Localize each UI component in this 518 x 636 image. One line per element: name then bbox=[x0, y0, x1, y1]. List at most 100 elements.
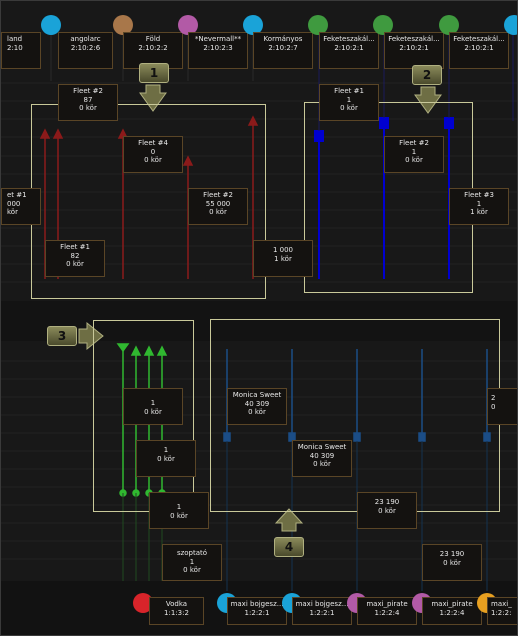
top-node-time: 2:10:2:3 bbox=[203, 43, 233, 52]
bottom-node-time: 1:2:2:1 bbox=[244, 608, 270, 617]
bottom-node-time: 1:2:2:1 bbox=[309, 608, 335, 617]
step-marker-3: 3 bbox=[47, 326, 77, 346]
top-node-time: 2:10:2:2 bbox=[138, 43, 168, 52]
fleet-turns: 0 kör bbox=[144, 407, 162, 416]
group-frame-2 bbox=[304, 102, 473, 293]
fleet-value: 1 bbox=[176, 503, 182, 511]
fleet-title: Monica Sweet bbox=[297, 443, 347, 451]
bottom-node-name: maxi bojgesz... bbox=[295, 600, 349, 608]
bottom-node-name: maxi_pirate bbox=[431, 600, 473, 608]
fleet-value: 87 bbox=[83, 95, 93, 104]
top-node-card-1[interactable]: angolarc 2:10:2:6 bbox=[58, 32, 113, 69]
top-node-name: Feketeszakál... bbox=[388, 35, 440, 43]
top-node-time: 2:10:2:1 bbox=[334, 43, 364, 52]
fleet-card[interactable]: 1 000 1 kör bbox=[253, 240, 313, 277]
top-node-name: Feketeszakál... bbox=[453, 35, 505, 43]
fleet-card[interactable]: 1 0 kör bbox=[123, 388, 183, 425]
fleet-title: Fleet #2 bbox=[203, 191, 233, 199]
bottom-node-card-4[interactable]: maxi_pirate 1:2:2:4 bbox=[422, 597, 482, 625]
top-node-name: angolarc bbox=[70, 35, 101, 43]
fleet-turns: 0 kör bbox=[405, 156, 423, 164]
fleet-card[interactable]: 23 190 0 kör bbox=[357, 492, 417, 529]
bottom-node-time: 1:2:2:4 bbox=[374, 608, 400, 617]
fleet-card[interactable]: Fleet #4 0 0 kör bbox=[123, 136, 183, 173]
top-node-card-6[interactable]: Feketeszakál... 2:10:2:1 bbox=[384, 32, 444, 69]
fleet-turns: kör bbox=[7, 208, 18, 216]
bottom-node-card-5[interactable]: maxi_ 1:2:2: bbox=[487, 597, 517, 625]
bottom-node-name: maxi_ bbox=[491, 600, 512, 608]
fleet-title: Fleet #1 bbox=[60, 243, 90, 251]
fleet-value: 2 bbox=[491, 394, 496, 402]
fleet-card[interactable]: Fleet #2 1 0 kör bbox=[384, 136, 444, 173]
fleet-value: 1 bbox=[150, 399, 156, 407]
fleet-card[interactable]: 23 190 0 kör bbox=[422, 544, 482, 581]
fleet-value: 1 bbox=[163, 446, 169, 454]
fleet-value: 40 309 bbox=[309, 451, 335, 460]
fleet-value: 23 190 bbox=[439, 550, 465, 558]
fleet-title: Fleet #2 bbox=[73, 87, 103, 95]
fleet-value: 1 bbox=[346, 95, 352, 104]
fleet-title: et #1 bbox=[7, 191, 27, 199]
fleet-value: 55 000 bbox=[205, 199, 231, 208]
bottom-node-name: maxi bojgesz... bbox=[230, 600, 284, 608]
fleet-value: 23 190 bbox=[374, 498, 400, 506]
fleet-card[interactable]: Fleet #2 87 0 kör bbox=[58, 84, 118, 121]
top-node-card-7[interactable]: Feketeszakál... 2:10:2:1 bbox=[449, 32, 509, 69]
step-marker-2: 2 bbox=[412, 65, 442, 85]
fleet-turns: 0 kör bbox=[79, 104, 97, 112]
bottom-node-card-0[interactable]: Vodka 1:1:3:2 bbox=[149, 597, 204, 625]
top-node-time: 2:10:2:1 bbox=[399, 43, 429, 52]
fleet-value: 1 bbox=[411, 147, 417, 156]
fleet-title: Fleet #3 bbox=[464, 191, 494, 199]
timeline-canvas: land 2:10 angolarc 2:10:2:6 Föld 2:10:2:… bbox=[0, 0, 518, 636]
top-node-time: 2:10:2:1 bbox=[464, 43, 494, 52]
top-node-card-0[interactable]: land 2:10 bbox=[1, 32, 41, 69]
top-node-name: Kormányos bbox=[263, 35, 303, 43]
fleet-turns: 0 kör bbox=[170, 511, 188, 520]
top-node-name: land bbox=[7, 35, 23, 43]
fleet-title: Fleet #4 bbox=[138, 139, 168, 147]
fleet-turns: 0 bbox=[491, 402, 496, 411]
bottom-node-time: 1:1:3:2 bbox=[164, 608, 189, 617]
fleet-title: Monica Sweet bbox=[232, 391, 282, 399]
top-node-name: *Nevermall** bbox=[194, 35, 242, 43]
fleet-value: 40 309 bbox=[244, 399, 270, 408]
bottom-node-card-3[interactable]: maxi_pirate 1:2:2:4 bbox=[357, 597, 417, 625]
top-node-name: Feketeszakál... bbox=[323, 35, 375, 43]
bottom-node-time: 1:2:2: bbox=[491, 608, 512, 617]
top-node-time: 2:10:2:7 bbox=[268, 43, 298, 52]
fleet-turns: 0 kör bbox=[313, 460, 331, 468]
top-node-card-4[interactable]: Kormányos 2:10:2:7 bbox=[253, 32, 313, 69]
top-node-card-3[interactable]: *Nevermall** 2:10:2:3 bbox=[188, 32, 248, 69]
fleet-turns: 0 kör bbox=[443, 558, 461, 567]
fleet-card[interactable]: 1 0 kör bbox=[149, 492, 209, 529]
top-node-card-5[interactable]: Feketeszakál... 2:10:2:1 bbox=[319, 32, 379, 69]
fleet-title: szoptató bbox=[176, 549, 208, 557]
fleet-card[interactable]: 1 0 kör bbox=[136, 440, 196, 477]
fleet-value: 1 bbox=[476, 199, 482, 208]
fleet-card[interactable]: Monica Sweet 40 309 0 kör bbox=[292, 440, 352, 477]
fleet-value: 0 bbox=[150, 147, 156, 156]
fleet-card[interactable]: Fleet #1 1 0 kör bbox=[319, 84, 379, 121]
fleet-title: Fleet #1 bbox=[334, 87, 364, 95]
fleet-turns: 1 kör bbox=[274, 254, 292, 263]
fleet-turns: 0 kör bbox=[183, 566, 201, 574]
fleet-value: 82 bbox=[70, 251, 80, 260]
top-node-time: 2:10 bbox=[7, 43, 23, 52]
fleet-value: 1 000 bbox=[272, 246, 294, 254]
bottom-node-card-2[interactable]: maxi bojgesz... 1:2:2:1 bbox=[292, 597, 352, 625]
top-node-avatar-8[interactable] bbox=[504, 15, 517, 35]
fleet-card[interactable]: Fleet #2 55 000 0 kör bbox=[188, 188, 248, 225]
fleet-card[interactable]: Monica Sweet 40 309 0 kör bbox=[227, 388, 287, 425]
step-marker-4: 4 bbox=[274, 537, 304, 557]
bottom-node-name: maxi_pirate bbox=[366, 600, 408, 608]
fleet-card[interactable]: 2 0 bbox=[487, 388, 517, 425]
bottom-node-name: Vodka bbox=[165, 600, 188, 608]
fleet-card[interactable]: Fleet #1 82 0 kör bbox=[45, 240, 105, 277]
bottom-node-time: 1:2:2:4 bbox=[439, 608, 465, 617]
fleet-card[interactable]: et #1 000 kör bbox=[1, 188, 41, 225]
fleet-card[interactable]: Fleet #3 1 1 kör bbox=[449, 188, 509, 225]
bottom-node-card-1[interactable]: maxi bojgesz... 1:2:2:1 bbox=[227, 597, 287, 625]
top-node-time: 2:10:2:6 bbox=[70, 43, 101, 52]
fleet-card[interactable]: szoptató 1 0 kör bbox=[162, 544, 222, 581]
